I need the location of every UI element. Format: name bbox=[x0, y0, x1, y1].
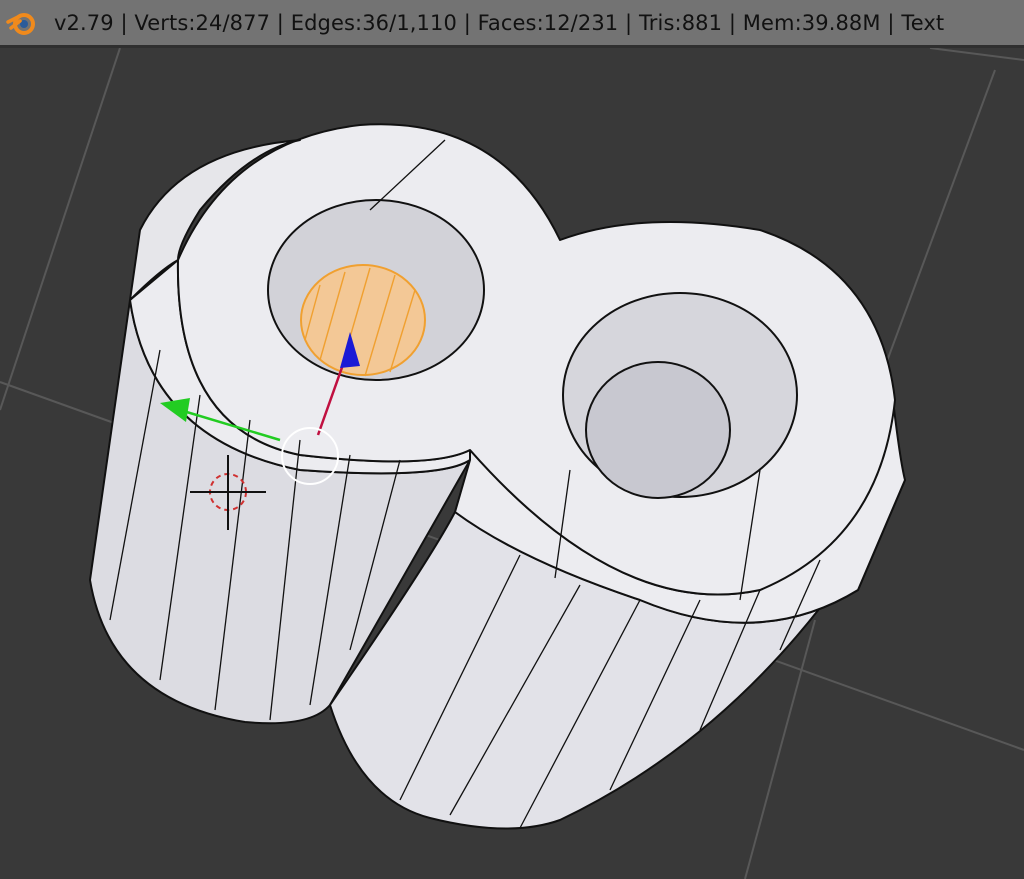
3d-scene[interactable] bbox=[0, 48, 1024, 879]
mesh-object[interactable] bbox=[89, 123, 906, 830]
blender-logo-icon[interactable] bbox=[4, 5, 40, 41]
scene-statistics-text: v2.79 | Verts:24/877 | Edges:36/1,110 | … bbox=[54, 10, 945, 35]
3d-viewport[interactable] bbox=[0, 48, 1024, 879]
info-header-bar: v2.79 | Verts:24/877 | Edges:36/1,110 | … bbox=[0, 0, 1024, 48]
